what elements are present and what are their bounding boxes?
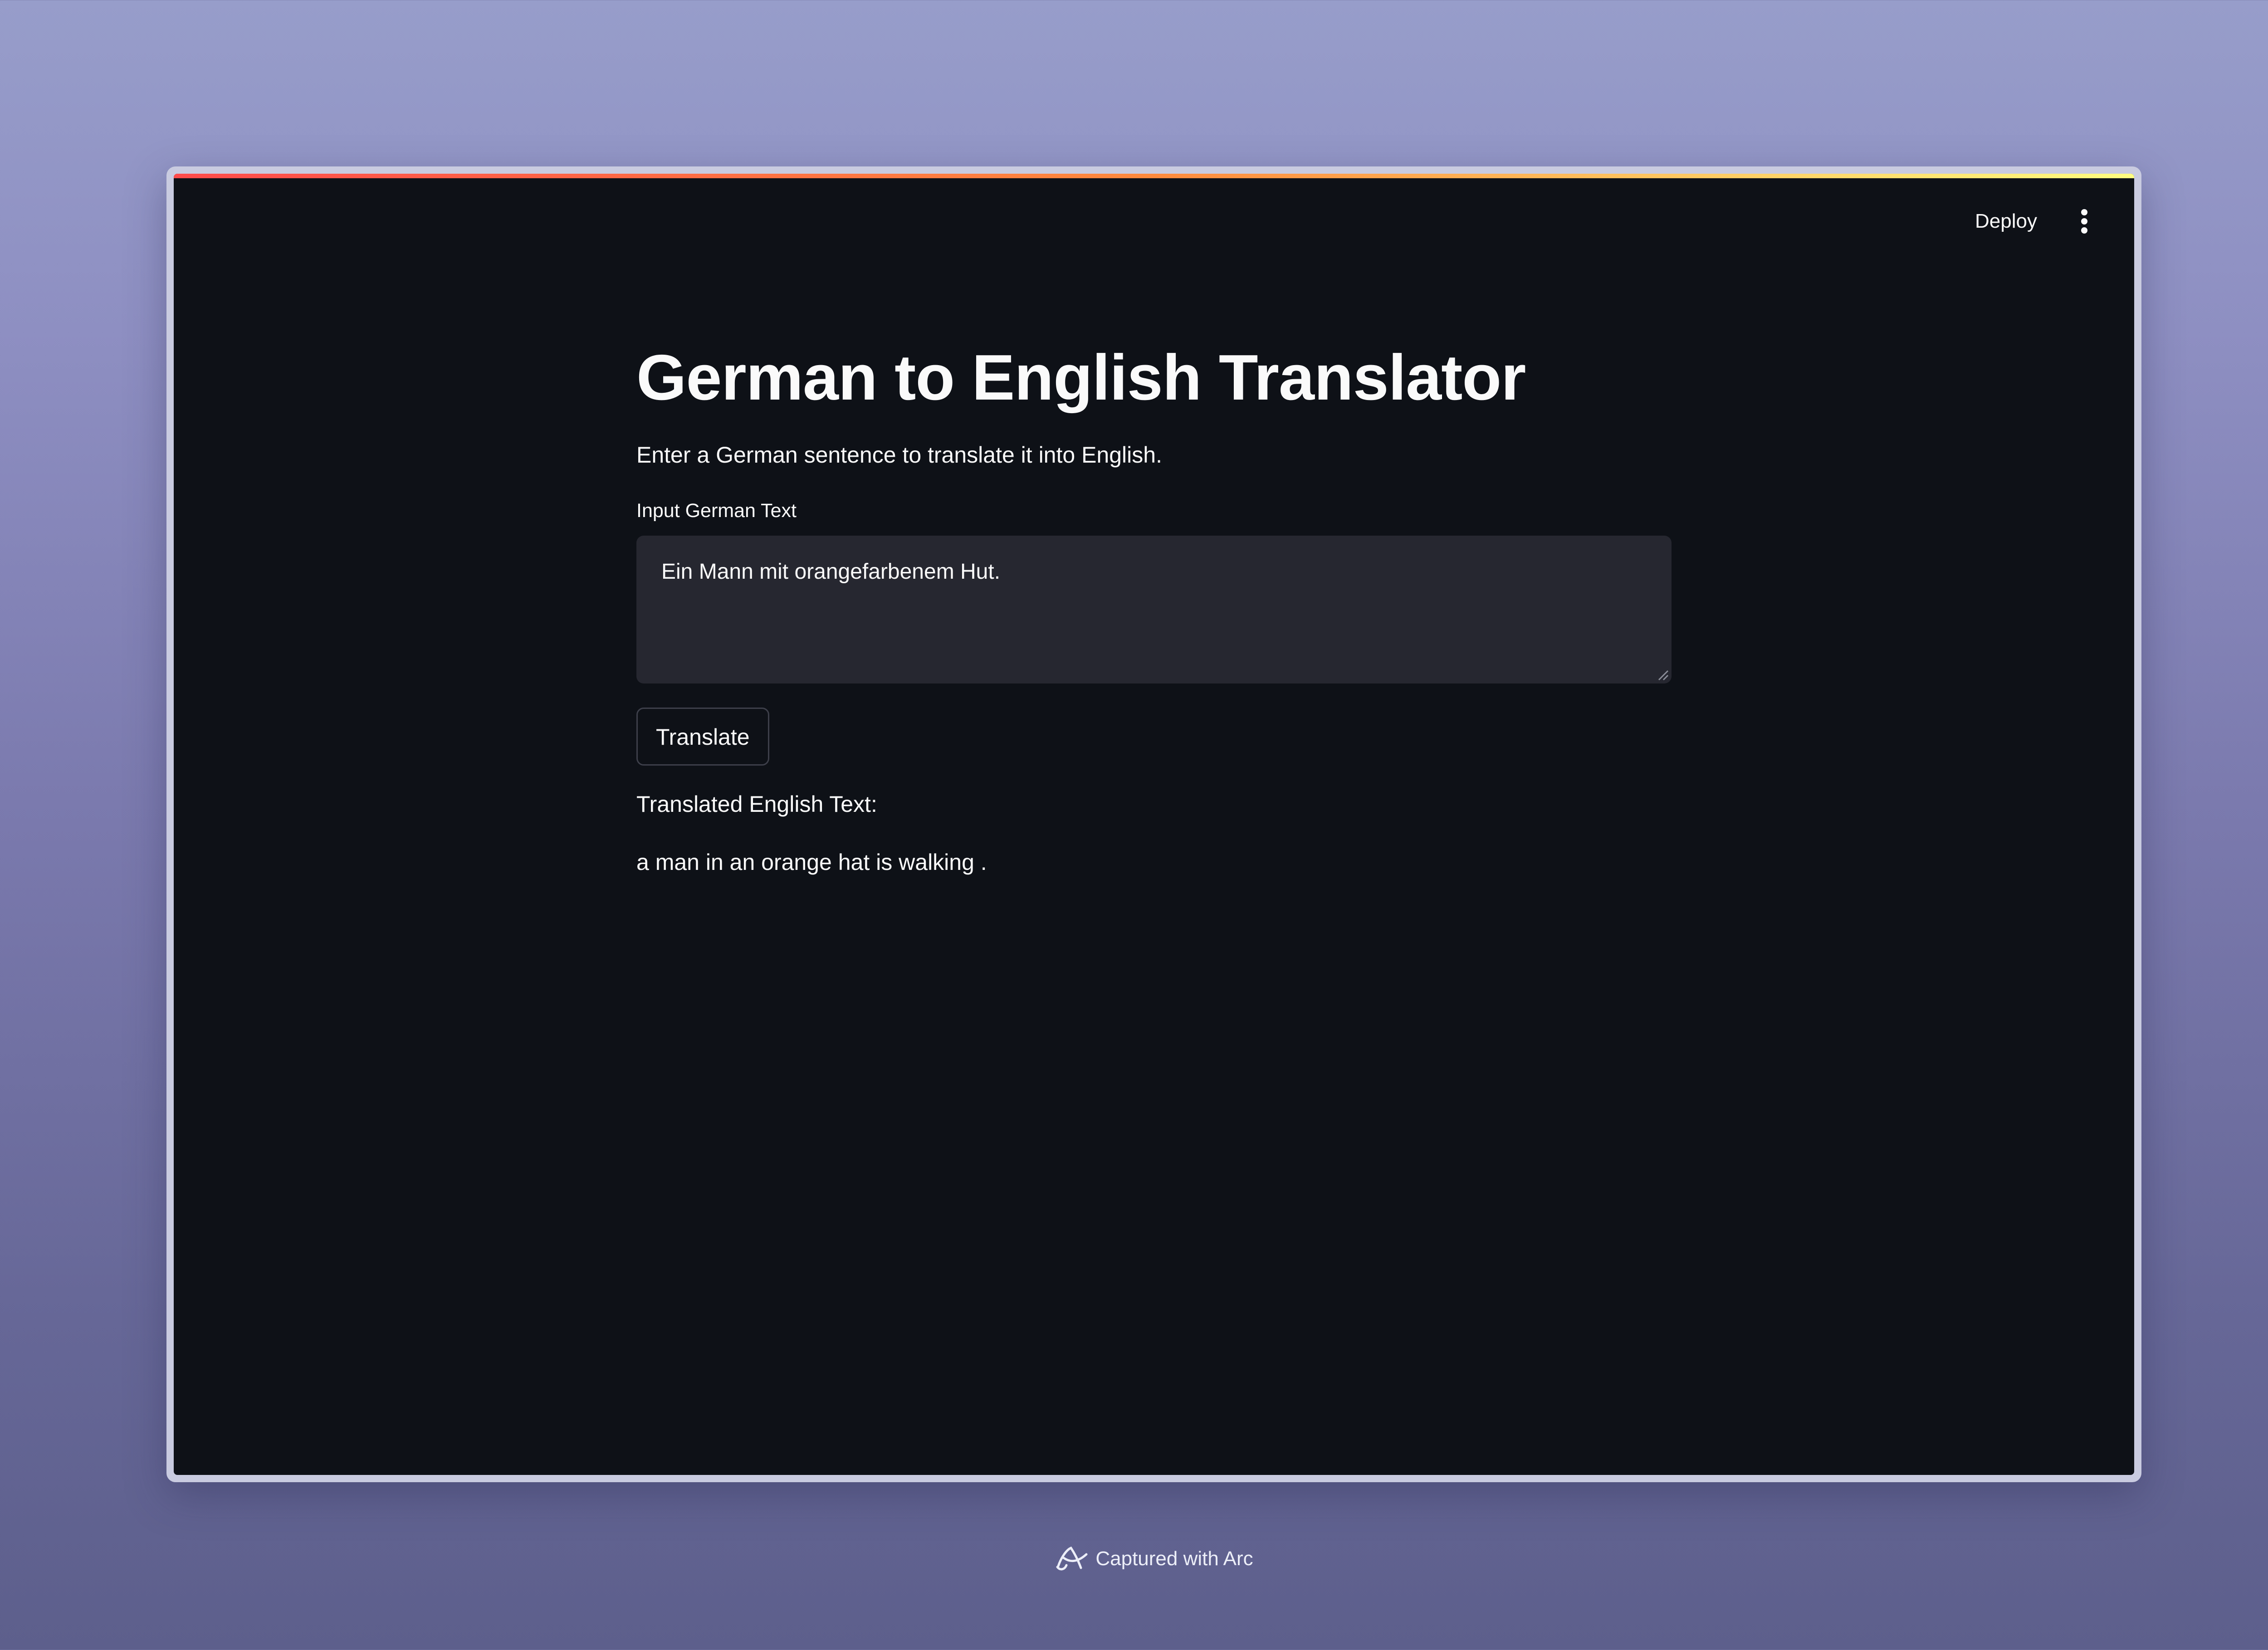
app-container: Deploy German to English Translator Ente… [174,174,2134,1475]
capture-footer: Captured with Arc [0,1544,2268,1573]
browser-window: Deploy German to English Translator Ente… [166,166,2141,1482]
main-content: German to English Translator Enter a Ger… [636,339,1672,875]
resize-handle-icon[interactable] [1655,667,1669,681]
more-vertical-icon[interactable] [2071,203,2098,239]
page-description: Enter a German sentence to translate it … [636,442,1162,468]
input-label: Input German Text [636,500,797,522]
capture-caption: Captured with Arc [1095,1547,1253,1570]
german-text-value: Ein Mann mit orangefarbenem Hut. [661,560,1001,584]
deploy-button[interactable]: Deploy [1964,201,2048,242]
app-header: Deploy [1964,201,2098,242]
result-label: Translated English Text: [636,791,877,817]
arc-logo-icon [1056,1546,1088,1571]
translate-button[interactable]: Translate [636,708,769,766]
page-title: German to English Translator [636,342,1526,414]
top-decoration-bar [174,174,2134,178]
translated-text: a man in an orange hat is walking . [636,849,987,875]
german-text-input[interactable]: Ein Mann mit orangefarbenem Hut. [636,536,1672,684]
